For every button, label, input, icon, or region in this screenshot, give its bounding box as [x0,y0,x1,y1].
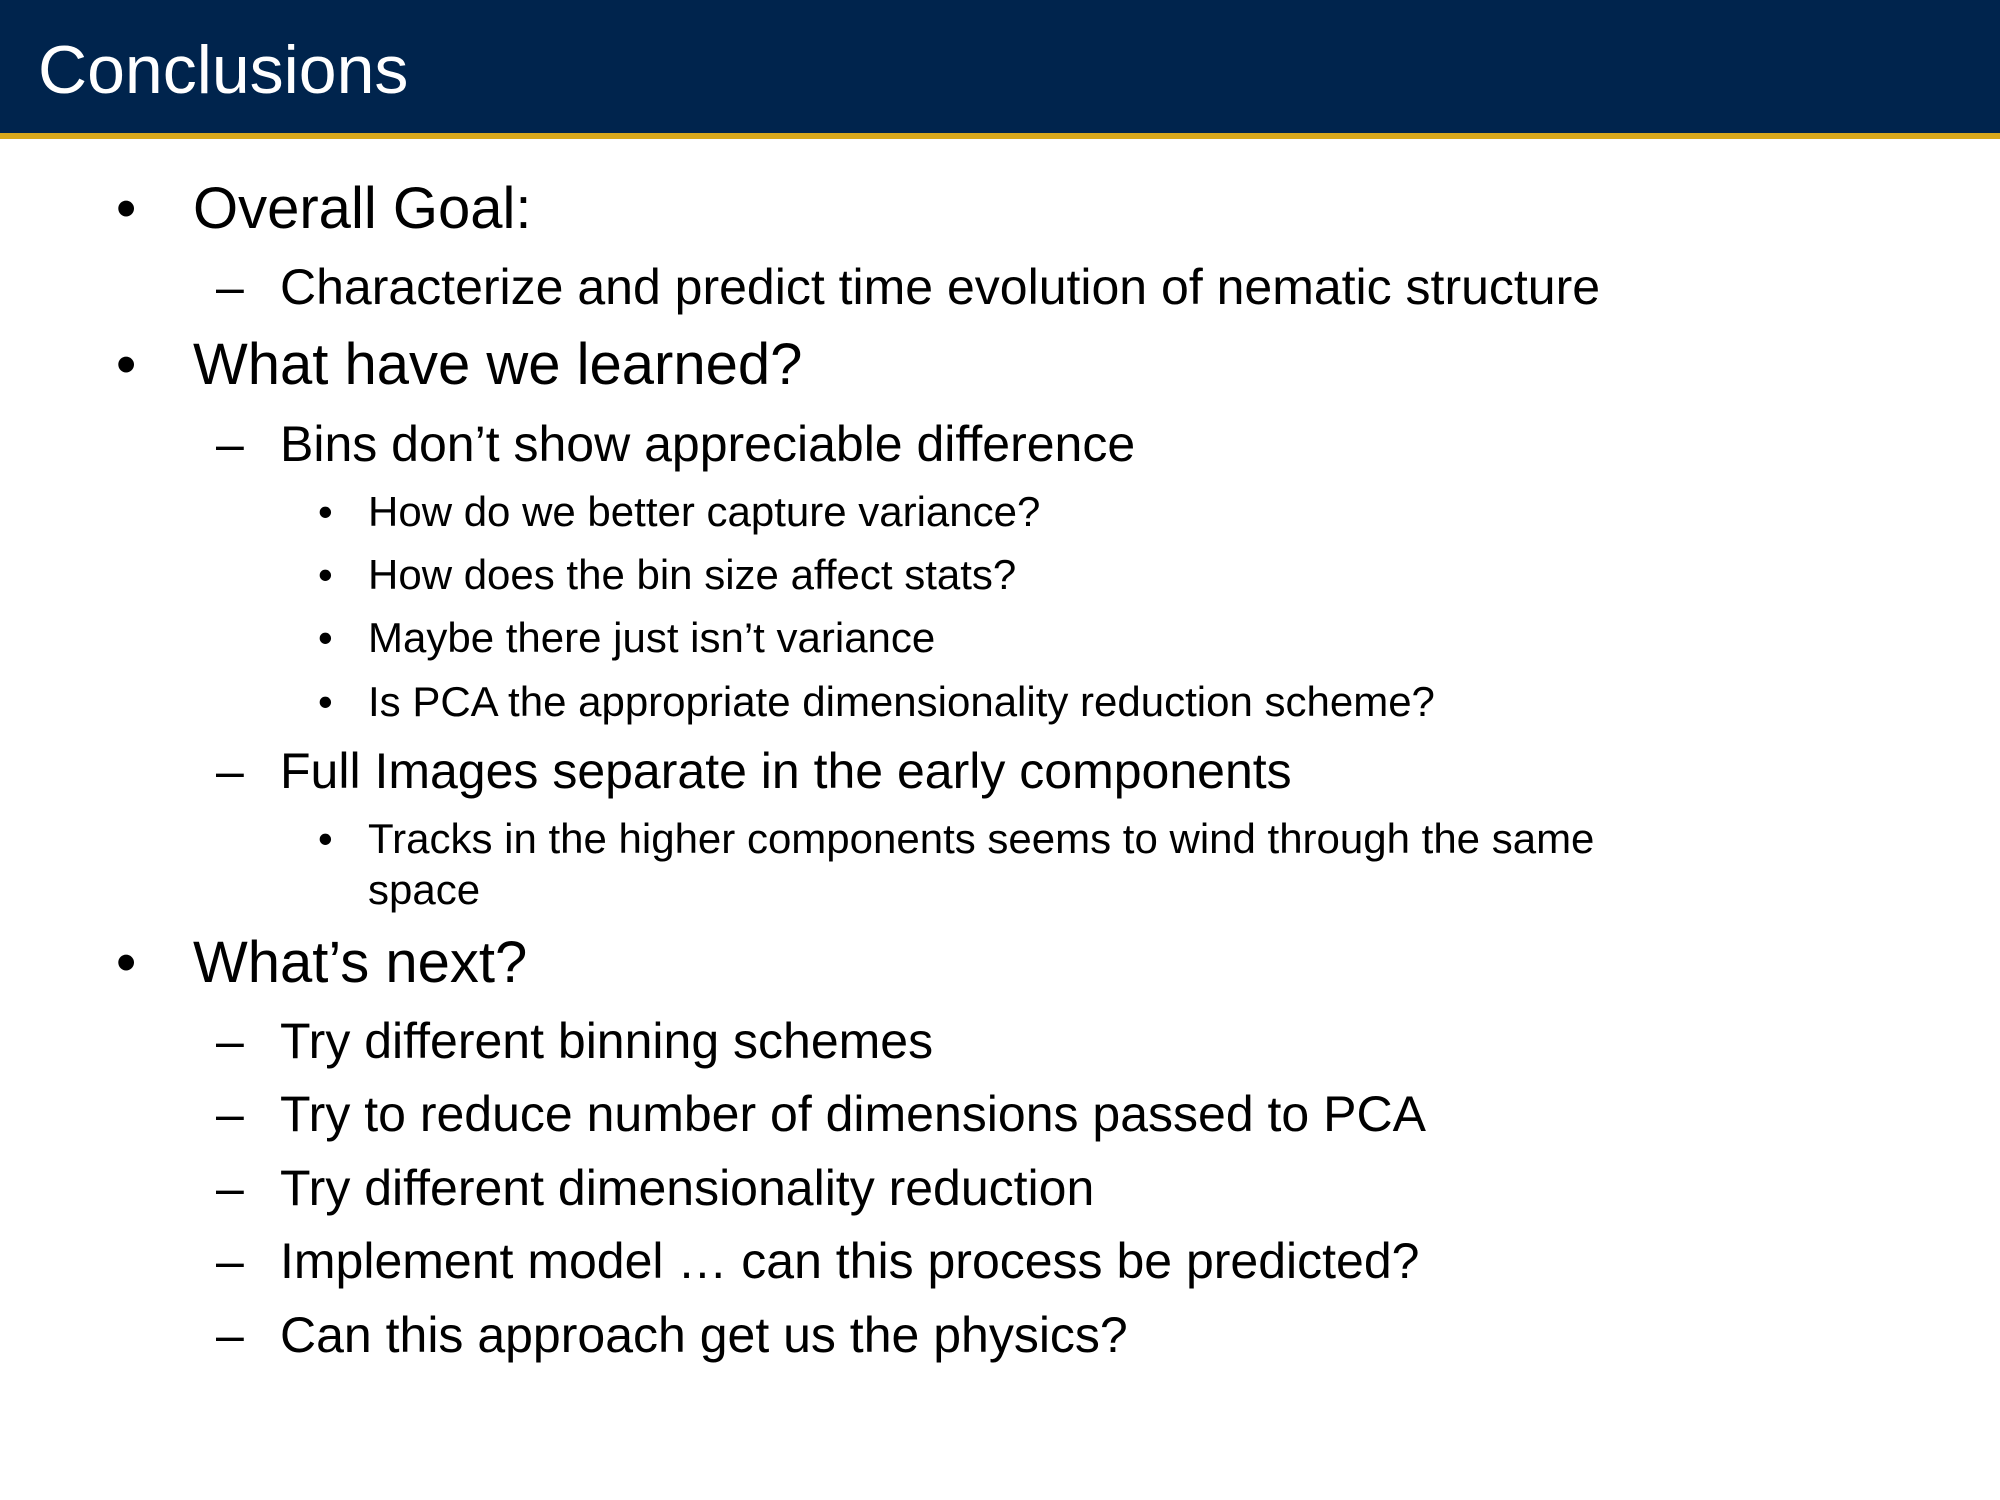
sub-sub-bullet-text: space [368,866,481,913]
sub-bullet-text: Characterize and predict time evolution … [280,259,1601,315]
sub-bullet-text: Try different binning schemes [280,1013,934,1069]
sub-bullet-text: Bins don’t show appreciable difference [280,416,1136,472]
sub-bullet-text: Implement model … can this process be pr… [280,1233,1420,1289]
bullet-list: • Overall Goal: – Characterize and predi… [0,0,2000,1500]
sub-bullet-text: Full Images separate in the early compon… [280,743,1292,799]
bullet-marker: • [318,614,333,661]
bullet-marker: • [116,332,137,397]
sub-bullet-text: Try different dimensionality reduction [280,1160,1095,1216]
bullet-marker: • [318,488,333,535]
bullet-text: What have we learned? [193,332,803,397]
slide: Conclusions • Overall Goal: – Characteri… [0,0,2000,1500]
bullet-marker: • [318,678,333,725]
bullet-marker: • [318,551,333,598]
dash-marker: – [216,1160,244,1216]
dash-marker: – [216,1307,244,1363]
bullet-text: What’s next? [193,930,528,995]
bullet-text: Overall Goal: [193,176,532,241]
bullet-marker: • [116,176,137,241]
sub-sub-bullet-text: How do we better capture variance? [368,488,1041,535]
dash-marker: – [216,1013,244,1069]
dash-marker: – [216,416,244,472]
bullet-marker: • [116,930,137,995]
sub-sub-bullet-text: How does the bin size affect stats? [368,551,1017,598]
dash-marker: – [216,1233,244,1289]
sub-sub-bullet-text: Tracks in the higher components seems to… [368,815,1595,862]
dash-marker: – [216,743,244,799]
sub-bullet-text: Try to reduce number of dimensions passe… [280,1086,1426,1142]
sub-sub-bullet-text: Maybe there just isn’t variance [368,614,936,661]
sub-sub-bullet-text: Is PCA the appropriate dimensionality re… [368,678,1435,725]
sub-bullet-text: Can this approach get us the physics? [280,1307,1128,1363]
bullet-marker: • [318,815,333,862]
dash-marker: – [216,259,244,315]
dash-marker: – [216,1086,244,1142]
